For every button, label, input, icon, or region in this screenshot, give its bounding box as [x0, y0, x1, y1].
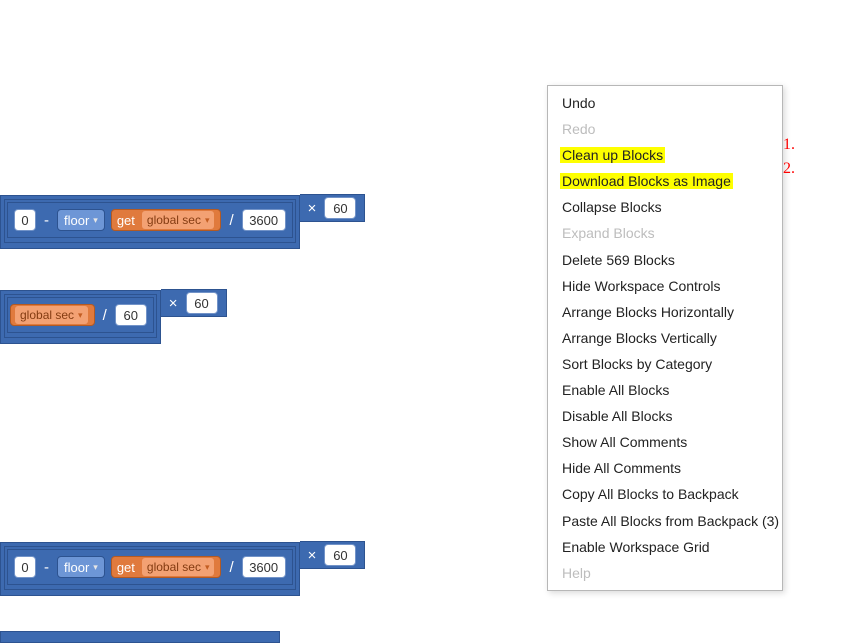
block-row-3: 0 - floor ▾ get global sec ▾ / 3600 [0, 542, 365, 596]
number-input[interactable]: 0 [14, 556, 36, 578]
minus-operator: - [42, 212, 51, 229]
number-input[interactable]: 60 [324, 544, 356, 566]
annotation-2: 2. [783, 160, 795, 178]
variable-dropdown[interactable]: global sec ▾ [15, 306, 88, 324]
variable-name: global sec [147, 213, 201, 227]
floor-label: floor [64, 560, 89, 575]
workspace-context-menu: UndoRedoClean up BlocksDownload Blocks a… [547, 85, 783, 591]
get-variable-block[interactable]: get global sec ▾ [111, 556, 222, 578]
block-row-1: 0 - floor ▾ get global sec ▾ / 3600 [0, 195, 365, 249]
menu-item[interactable]: Enable Workspace Grid [548, 534, 782, 560]
math-expression-block[interactable]: 0 - floor ▾ get global sec ▾ / 3600 [7, 202, 293, 238]
minus-operator: - [42, 559, 51, 576]
menu-item[interactable]: Collapse Blocks [548, 194, 782, 220]
get-label: get [116, 213, 138, 228]
block-row-4-strip [0, 631, 280, 643]
divide-operator: / [227, 212, 235, 229]
number-input[interactable]: 60 [186, 292, 218, 314]
variable-dropdown[interactable]: global sec ▾ [142, 211, 215, 229]
get-label: get [116, 560, 138, 575]
menu-item[interactable]: Paste All Blocks from Backpack (3) [548, 508, 782, 534]
number-input[interactable]: 3600 [242, 556, 286, 578]
times-operator: × [306, 200, 319, 217]
floor-label: floor [64, 213, 89, 228]
times-operator: × [167, 295, 180, 312]
floor-dropdown[interactable]: floor ▾ [57, 209, 105, 231]
menu-item[interactable]: Sort Blocks by Category [548, 351, 782, 377]
multiply-tail-block[interactable]: × 60 [300, 194, 366, 222]
menu-item[interactable]: Show All Comments [548, 429, 782, 455]
menu-item[interactable]: Arrange Blocks Horizontally [548, 299, 782, 325]
menu-item[interactable]: Hide Workspace Controls [548, 273, 782, 299]
divide-operator: / [101, 307, 109, 324]
menu-item: Redo [548, 116, 782, 142]
floor-dropdown[interactable]: floor ▾ [57, 556, 105, 578]
number-input[interactable]: 0 [14, 209, 36, 231]
menu-item[interactable]: Copy All Blocks to Backpack [548, 481, 782, 507]
chevron-down-icon: ▾ [93, 215, 98, 226]
menu-item[interactable]: Download Blocks as Image [548, 168, 782, 194]
number-input[interactable]: 60 [324, 197, 356, 219]
math-expression-block[interactable]: 0 - floor ▾ get global sec ▾ / 3600 [7, 549, 293, 585]
menu-item: Expand Blocks [548, 220, 782, 246]
menu-item[interactable]: Clean up Blocks [548, 142, 782, 168]
chevron-down-icon: ▾ [205, 562, 210, 573]
math-expression-block[interactable]: global sec ▾ / 60 [7, 297, 154, 333]
menu-item[interactable]: Delete 569 Blocks [548, 247, 782, 273]
menu-item[interactable]: Enable All Blocks [548, 377, 782, 403]
menu-item[interactable]: Undo [548, 90, 782, 116]
multiply-tail-block[interactable]: × 60 [161, 289, 227, 317]
chevron-down-icon: ▾ [205, 215, 210, 226]
menu-item: Help [548, 560, 782, 586]
chevron-down-icon: ▾ [78, 310, 83, 321]
menu-item[interactable]: Disable All Blocks [548, 403, 782, 429]
block-row-2: global sec ▾ / 60 × 60 [0, 290, 227, 344]
divide-operator: / [227, 559, 235, 576]
times-operator: × [306, 547, 319, 564]
number-input[interactable]: 60 [115, 304, 147, 326]
variable-dropdown[interactable]: global sec ▾ [142, 558, 215, 576]
chevron-down-icon: ▾ [93, 562, 98, 573]
menu-item[interactable]: Arrange Blocks Vertically [548, 325, 782, 351]
get-variable-block[interactable]: global sec ▾ [10, 304, 95, 326]
number-input[interactable]: 3600 [242, 209, 286, 231]
annotation-1: 1. [783, 136, 795, 154]
menu-item[interactable]: Hide All Comments [548, 455, 782, 481]
multiply-tail-block[interactable]: × 60 [300, 541, 366, 569]
variable-name: global sec [20, 308, 74, 322]
get-variable-block[interactable]: get global sec ▾ [111, 209, 222, 231]
variable-name: global sec [147, 560, 201, 574]
